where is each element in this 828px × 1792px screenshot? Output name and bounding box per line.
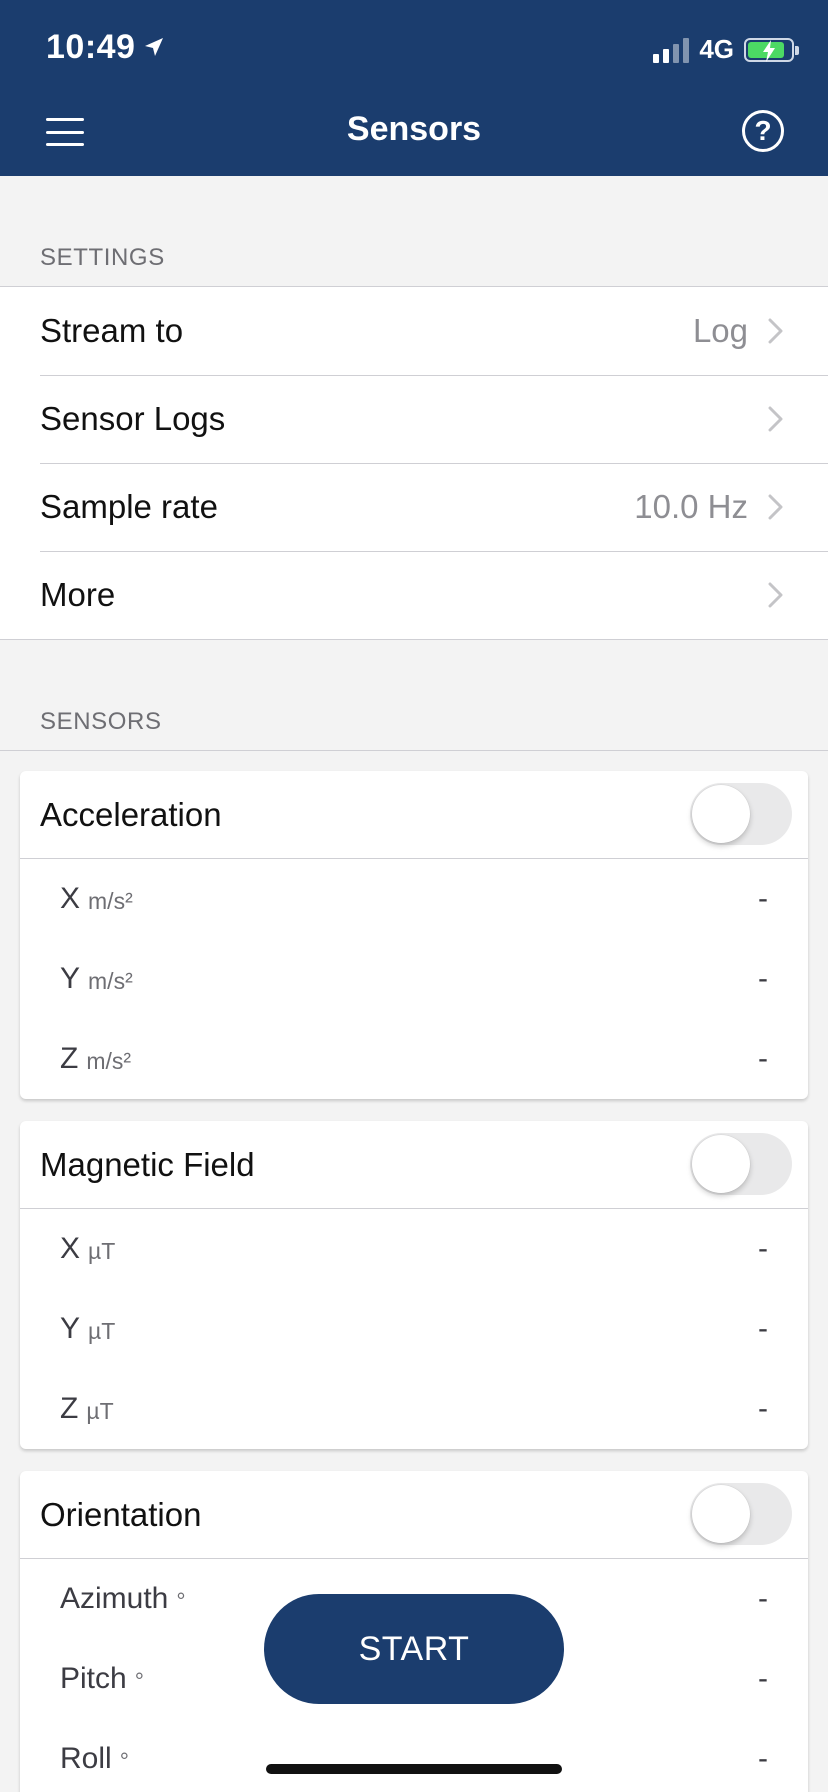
status-time-text: 10:49: [46, 28, 136, 66]
page-title: Sensors: [346, 110, 482, 148]
axis-unit: m/s²: [88, 887, 133, 914]
axis-row: Z m/s² -: [20, 1019, 808, 1099]
sensor-card-acceleration: Acceleration X m/s² - Y m/s² - Z m/s² -: [20, 771, 808, 1099]
axis-row: Y m/s² -: [20, 939, 808, 1019]
battery-charging-icon: [744, 37, 799, 62]
magnetic-field-toggle[interactable]: [690, 1133, 792, 1195]
axis-value: -: [758, 1312, 768, 1345]
sensors-top-divider: [0, 750, 828, 751]
axis-unit: m/s²: [86, 1047, 132, 1074]
settings-label: Stream to: [40, 312, 184, 349]
settings-row-sample-rate[interactable]: Sample rate 10.0 Hz: [0, 463, 828, 551]
settings-label: Sample rate: [40, 488, 218, 525]
axis-name: Z: [60, 1392, 79, 1425]
settings-value: Log: [692, 312, 748, 349]
axis-unit: µT: [88, 1237, 116, 1264]
sensors-heading: SENSORS: [40, 708, 162, 735]
sensor-card-header: Acceleration: [20, 771, 808, 859]
axis-value: -: [758, 1742, 768, 1775]
axis-value: -: [758, 882, 768, 915]
status-right: 4G: [653, 34, 799, 65]
axis-name: Y: [60, 962, 81, 995]
orientation-toggle[interactable]: [690, 1483, 792, 1545]
axis-value: -: [758, 1662, 768, 1695]
axis-unit: µT: [88, 1317, 116, 1344]
axis-unit: °: [119, 1747, 129, 1774]
settings-value: 10.0 Hz: [634, 488, 748, 525]
axis-value: -: [758, 1042, 768, 1075]
chevron-right-icon: [768, 406, 783, 432]
acceleration-toggle[interactable]: [690, 783, 792, 845]
axis-unit: °: [134, 1667, 144, 1694]
network-type: 4G: [699, 34, 734, 64]
sensor-card-magnetic-field: Magnetic Field X µT - Y µT - Z µT -: [20, 1121, 808, 1449]
axis-name: X: [60, 882, 81, 915]
settings-list: Stream to Log Sensor Logs Sample rate 10…: [0, 287, 828, 640]
axis-row: X m/s² -: [20, 859, 808, 939]
axis-row: X µT -: [20, 1209, 808, 1289]
start-button[interactable]: START: [264, 1594, 564, 1704]
axis-name: X: [60, 1232, 81, 1265]
axis-name: Azimuth: [60, 1582, 169, 1615]
sensor-card-title: Acceleration: [40, 795, 222, 833]
settings-row-sensor-logs[interactable]: Sensor Logs: [0, 375, 828, 463]
axis-row: Y µT -: [20, 1289, 808, 1369]
axis-unit: µT: [86, 1397, 114, 1424]
settings-heading: SETTINGS: [40, 244, 165, 271]
axis-unit: °: [176, 1587, 186, 1614]
sensor-card-header: Orientation: [20, 1471, 808, 1559]
axis-value: -: [758, 1232, 768, 1265]
location-arrow-icon: [143, 28, 165, 67]
sensors-screen: 10:49 4G Sensors ? SETTINGS Stream to Lo…: [0, 0, 828, 1792]
signal-icon: [653, 37, 690, 63]
axis-value: -: [758, 1392, 768, 1425]
chevron-right-icon: [768, 318, 783, 344]
sensor-card-header: Magnetic Field: [20, 1121, 808, 1209]
axis-name: Pitch: [60, 1662, 127, 1695]
settings-label: Sensor Logs: [40, 400, 226, 437]
axis-value: -: [758, 1582, 768, 1615]
help-icon[interactable]: ?: [742, 110, 784, 152]
chevron-right-icon: [768, 582, 783, 608]
chevron-right-icon: [768, 494, 783, 520]
app-header: 10:49 4G Sensors ?: [0, 0, 828, 176]
axis-value: -: [758, 962, 768, 995]
sensor-card-title: Orientation: [40, 1495, 202, 1533]
sensor-card-body: X m/s² - Y m/s² - Z m/s² -: [20, 859, 808, 1099]
sensor-card-body: X µT - Y µT - Z µT -: [20, 1209, 808, 1449]
settings-row-stream-to[interactable]: Stream to Log: [0, 287, 828, 375]
status-time: 10:49: [46, 28, 165, 67]
axis-row: Z µT -: [20, 1369, 808, 1449]
settings-row-more[interactable]: More: [0, 551, 828, 639]
axis-row: Roll ° -: [20, 1719, 808, 1792]
settings-label: More: [40, 576, 116, 613]
axis-name: Z: [60, 1042, 79, 1075]
sensor-card-title: Magnetic Field: [40, 1145, 255, 1183]
axis-name: Roll: [60, 1742, 112, 1775]
axis-name: Y: [60, 1312, 81, 1345]
home-indicator: [266, 1764, 562, 1774]
axis-unit: m/s²: [88, 967, 133, 994]
help-glyph: ?: [754, 115, 772, 146]
